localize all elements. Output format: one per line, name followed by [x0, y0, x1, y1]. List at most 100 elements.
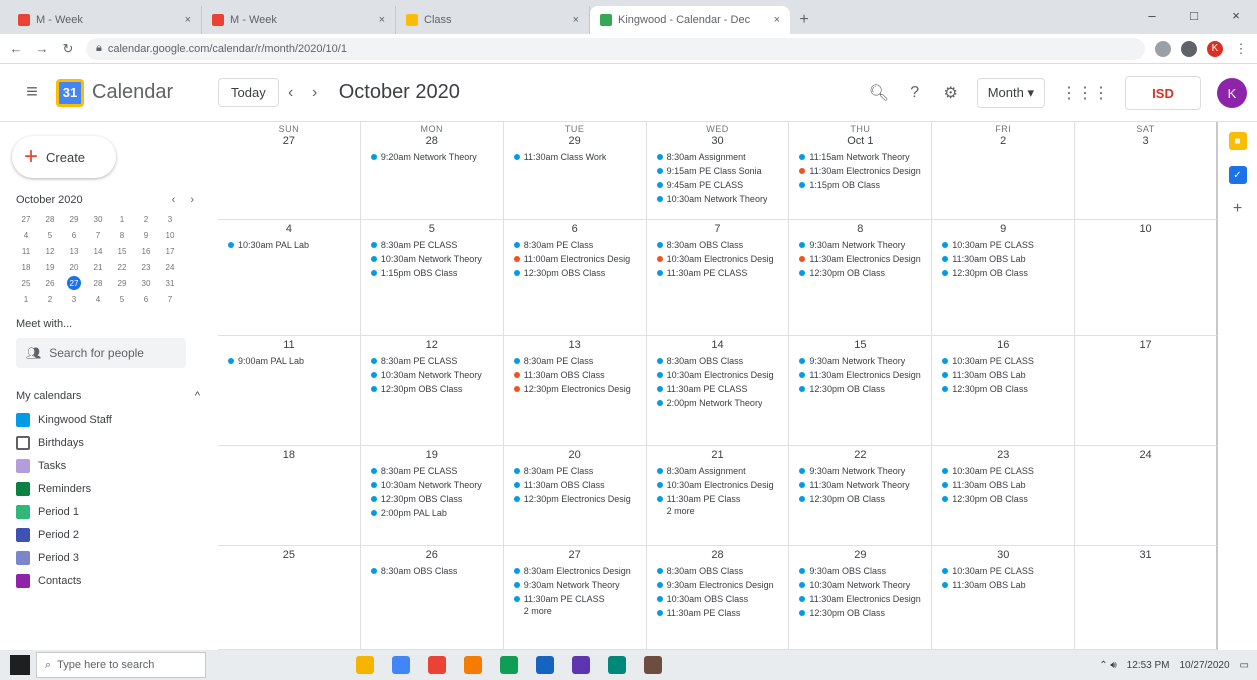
day-number[interactable]: 16 — [936, 339, 1070, 351]
mini-calendar-day[interactable]: 30 — [86, 212, 110, 226]
day-cell[interactable]: 27 8:30am Electronics Design 9:30am Networ… — [503, 546, 647, 650]
windows-start-icon[interactable] — [10, 655, 30, 675]
day-number[interactable]: 15 — [793, 339, 927, 351]
mini-calendar-day[interactable]: 27 — [67, 276, 81, 290]
mini-calendar-day[interactable]: 3 — [62, 292, 86, 306]
event-chip[interactable]: 1:15pm OB Class — [793, 178, 927, 192]
maximize-icon[interactable]: □ — [1173, 0, 1215, 30]
mini-calendar-day[interactable]: 25 — [14, 276, 38, 290]
gear-icon[interactable]: ⚙ — [941, 83, 961, 103]
previous-month-icon[interactable]: ‹ — [279, 84, 303, 102]
back-icon[interactable]: ← — [8, 41, 24, 56]
event-chip[interactable]: 8:30am PE Class — [508, 464, 642, 478]
mini-calendar-day[interactable]: 16 — [134, 244, 158, 258]
mini-calendar-day[interactable]: 27 — [14, 212, 38, 226]
event-chip[interactable]: 11:30am PE Class — [651, 606, 785, 620]
calendar-item[interactable]: Birthdays — [16, 431, 218, 454]
event-chip[interactable]: 11:30am OBS Lab — [936, 478, 1070, 492]
taskbar-app-icon[interactable] — [428, 656, 446, 674]
event-chip[interactable]: 12:30pm OB Class — [793, 606, 927, 620]
mini-calendar-day[interactable]: 15 — [110, 244, 134, 258]
day-number[interactable]: 3 — [1079, 135, 1212, 147]
day-cell[interactable]: 16 10:30am PE CLASS 11:30am OBS Lab 12:30pm… — [932, 336, 1076, 446]
day-number[interactable]: 20 — [508, 449, 642, 461]
reload-icon[interactable]: ↻ — [60, 41, 76, 57]
event-chip[interactable]: 10:30am PAL Lab — [222, 238, 356, 252]
mini-calendar-day[interactable]: 4 — [86, 292, 110, 306]
event-chip[interactable]: 10:30am PE CLASS — [936, 238, 1070, 252]
event-chip[interactable]: 11:15am Network Theory — [793, 150, 927, 164]
event-chip[interactable]: 8:30am Electronics Design — [508, 564, 642, 578]
event-chip[interactable]: 12:30pm OBS Class — [508, 266, 642, 280]
day-number[interactable]: Oct 1 — [793, 135, 927, 147]
minimize-icon[interactable]: – — [1131, 0, 1173, 30]
mini-calendar-day[interactable]: 23 — [134, 260, 158, 274]
day-number[interactable]: 23 — [936, 449, 1070, 461]
checkbox-icon[interactable] — [16, 550, 30, 565]
main-menu-icon[interactable]: ≡ — [8, 81, 56, 104]
close-window-icon[interactable]: × — [1215, 0, 1257, 30]
day-cell[interactable]: 29 9:30am OBS Class 10:30am Network Theory… — [789, 546, 933, 650]
taskbar-app-icon[interactable] — [392, 656, 410, 674]
mini-calendar-day[interactable]: 2 — [38, 292, 62, 306]
event-chip[interactable]: 8:30am OBS Class — [651, 564, 785, 578]
day-cell[interactable]: 17 — [1075, 336, 1218, 446]
event-chip[interactable]: 10:30am Network Theory — [651, 192, 785, 206]
mini-calendar-day[interactable]: 21 — [86, 260, 110, 274]
browser-tab[interactable]: M - Week × — [8, 6, 202, 34]
taskbar-app-icon[interactable] — [536, 656, 554, 674]
calendar-item[interactable]: Period 3 — [16, 546, 218, 569]
event-chip[interactable]: 12:30pm Electronics Desig — [508, 492, 642, 506]
day-cell[interactable]: 18 — [218, 446, 361, 546]
mini-calendar-day[interactable]: 9 — [134, 228, 158, 242]
day-cell[interactable]: 22 9:30am Network Theory 11:30am Network T… — [789, 446, 933, 546]
event-chip[interactable]: 12:30pm OB Class — [936, 266, 1070, 280]
event-chip[interactable]: 11:30am OBS Lab — [936, 368, 1070, 382]
event-chip[interactable]: 10:30am Electronics Desig — [651, 368, 785, 382]
day-number[interactable]: 30 — [936, 549, 1070, 561]
event-chip[interactable]: 9:30am Electronics Design — [651, 578, 785, 592]
day-cell[interactable]: 15 9:30am Network Theory 11:30am Electroni… — [789, 336, 933, 446]
day-cell[interactable]: 24 — [1075, 446, 1218, 546]
mini-calendar-day[interactable]: 11 — [14, 244, 38, 258]
mini-calendar-day[interactable]: 1 — [110, 212, 134, 226]
day-cell[interactable]: 20 8:30am PE Class 11:30am OBS Class 12:30p… — [503, 446, 647, 546]
event-chip[interactable]: 11:30am OBS Lab — [936, 252, 1070, 266]
event-chip[interactable]: 11:30am PE CLASS — [508, 592, 642, 606]
event-chip[interactable]: 8:30am Assignment — [651, 150, 785, 164]
mini-calendar-day[interactable]: 24 — [158, 260, 182, 274]
mini-calendar-day[interactable]: 28 — [38, 212, 62, 226]
event-chip[interactable]: 8:30am PE Class — [508, 354, 642, 368]
day-number[interactable]: 7 — [651, 223, 785, 235]
today-button[interactable]: Today — [218, 78, 279, 107]
mini-calendar-day[interactable]: 29 — [110, 276, 134, 290]
extension-icon[interactable] — [1155, 40, 1171, 57]
event-chip[interactable]: 9:00am PAL Lab — [222, 354, 356, 368]
event-chip[interactable]: 11:30am Class Work — [508, 150, 642, 164]
event-chip[interactable]: 11:30am Electronics Design — [793, 592, 927, 606]
event-chip[interactable]: 8:30am Assignment — [651, 464, 785, 478]
event-chip[interactable]: 10:30am Electronics Desig — [651, 252, 785, 266]
day-cell[interactable]: 4 10:30am PAL Lab — [218, 220, 361, 336]
day-number[interactable]: 17 — [1079, 339, 1212, 351]
event-chip[interactable]: 2:00pm Network Theory — [651, 396, 785, 410]
mini-calendar-day[interactable]: 5 — [38, 228, 62, 242]
day-cell[interactable]: 5 8:30am PE CLASS 10:30am Network Theory 1:… — [360, 220, 504, 336]
url-field[interactable]: 🔒︎ calendar.google.com/calendar/r/month/… — [86, 37, 1145, 60]
day-cell[interactable]: FRI 2 — [932, 122, 1076, 220]
more-events-link[interactable]: 2 more — [651, 506, 785, 518]
event-chip[interactable]: 8:30am OBS Class — [651, 354, 785, 368]
event-chip[interactable]: 12:30pm OB Class — [793, 382, 927, 396]
day-number[interactable]: 11 — [222, 339, 356, 351]
day-cell[interactable]: TUE 29 11:30am Class Work — [503, 122, 647, 220]
event-chip[interactable]: 9:30am Network Theory — [793, 238, 927, 252]
checkbox-icon[interactable] — [16, 458, 30, 473]
taskbar-app-icon[interactable] — [500, 656, 518, 674]
event-chip[interactable]: 11:30am PE Class — [651, 492, 785, 506]
event-chip[interactable]: 12:30pm Electronics Desig — [508, 382, 642, 396]
mini-calendar-day[interactable]: 8 — [110, 228, 134, 242]
checkbox-icon[interactable] — [16, 504, 30, 519]
event-chip[interactable]: 10:30am Network Theory — [365, 478, 499, 492]
event-chip[interactable]: 1:15pm OBS Class — [365, 266, 499, 280]
event-chip[interactable]: 12:30pm OB Class — [936, 492, 1070, 506]
